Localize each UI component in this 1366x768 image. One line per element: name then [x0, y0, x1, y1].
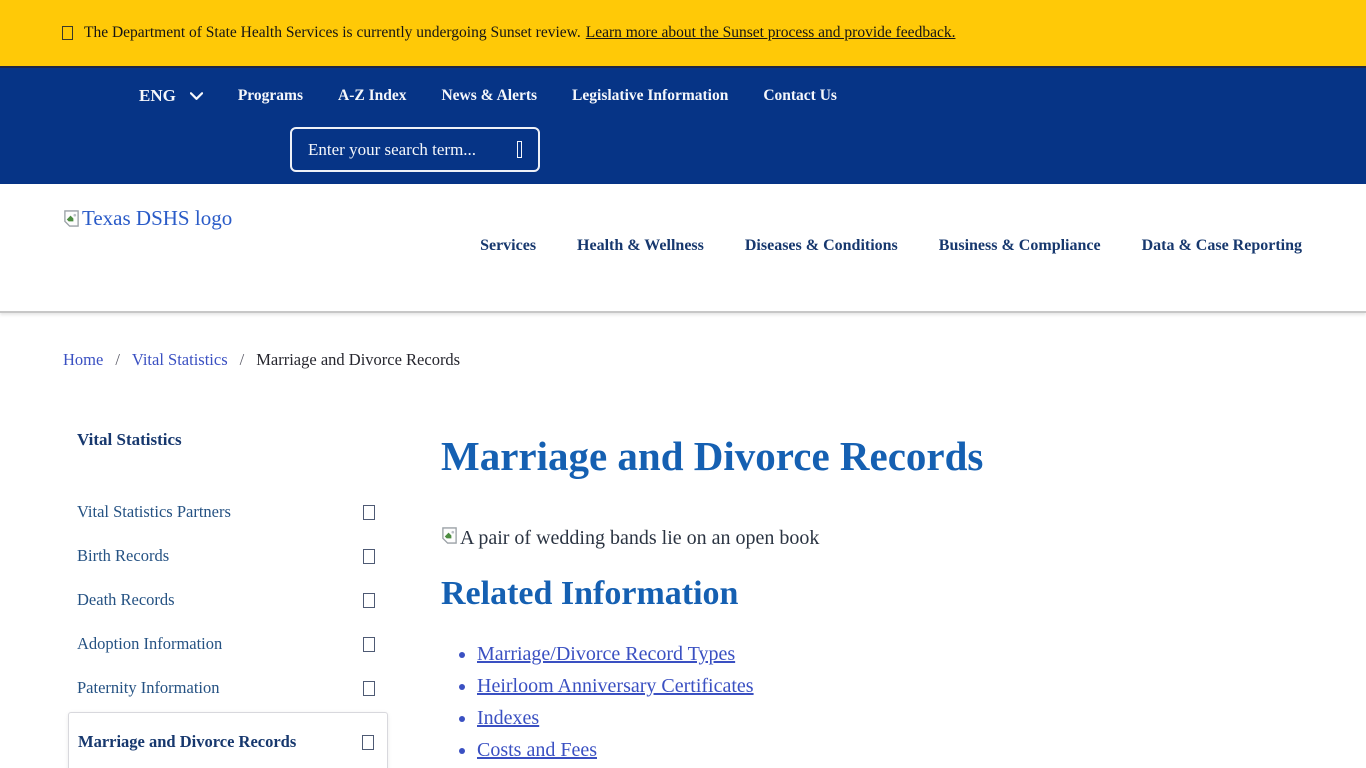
sidebar-item-placeholder-icon — [363, 505, 375, 520]
primary-nav: Services Health & Wellness Diseases & Co… — [480, 237, 1302, 255]
sidebar-item-placeholder-icon — [363, 681, 375, 696]
sunset-feedback-link[interactable]: Learn more about the Sunset process and … — [586, 24, 956, 42]
site-header: Texas DSHS logo Services Health & Wellne… — [0, 184, 1366, 313]
hero-image-alt-text: A pair of wedding bands lie on an open b… — [460, 527, 819, 549]
utility-nav-row: ENG Programs A-Z Index News & Alerts Leg… — [139, 86, 837, 106]
page-root: The Department of State Health Services … — [0, 0, 1366, 768]
chevron-down-icon — [190, 92, 203, 101]
link-heirloom-anniversary-certificates[interactable]: Heirloom Anniversary Certificates — [477, 675, 754, 697]
language-label: ENG — [139, 86, 176, 106]
sidebar-item-death-records[interactable]: Death Records — [68, 578, 388, 622]
sidebar-item-label: Birth Records — [77, 546, 169, 566]
related-links-list: Marriage/Divorce Record Types Heirloom A… — [441, 643, 1321, 762]
topnav-item-contact-us[interactable]: Contact Us — [763, 87, 837, 105]
sidebar-item-list: Vital Statistics Partners Birth Records … — [68, 490, 388, 768]
breadcrumb-separator: / — [115, 350, 120, 370]
primary-nav-health-wellness[interactable]: Health & Wellness — [577, 237, 704, 255]
main-content: Marriage and Divorce Records A pair of w… — [441, 425, 1321, 768]
topnav-item-legislative-information[interactable]: Legislative Information — [572, 87, 728, 105]
broken-image-icon — [441, 527, 458, 544]
breadcrumb-home[interactable]: Home — [63, 350, 103, 370]
list-item: Costs and Fees — [477, 739, 1321, 762]
link-indexes[interactable]: Indexes — [477, 707, 539, 729]
sidebar-item-label: Paternity Information — [77, 678, 220, 698]
sidebar-item-marriage-and-divorce-records[interactable]: Marriage and Divorce Records — [68, 712, 388, 768]
sidebar-item-label: Adoption Information — [77, 634, 222, 654]
search-icon[interactable] — [517, 141, 522, 158]
search-box[interactable] — [290, 127, 540, 172]
sidebar-item-placeholder-icon — [362, 735, 374, 750]
sidebar-item-label: Death Records — [77, 590, 175, 610]
primary-nav-business-compliance[interactable]: Business & Compliance — [939, 237, 1101, 255]
link-marriage-divorce-record-types[interactable]: Marriage/Divorce Record Types — [477, 643, 735, 665]
sidebar-item-label: Vital Statistics Partners — [77, 502, 231, 522]
breadcrumb: Home / Vital Statistics / Marriage and D… — [63, 350, 460, 370]
breadcrumb-separator: / — [240, 350, 245, 370]
hero-image-broken: A pair of wedding bands lie on an open b… — [441, 527, 1321, 549]
list-item: Indexes — [477, 707, 1321, 730]
utility-nav: ENG Programs A-Z Index News & Alerts Leg… — [0, 66, 1366, 184]
sunset-alert-banner: The Department of State Health Services … — [0, 0, 1366, 66]
related-information-heading: Related Information — [441, 575, 1321, 613]
vital-statistics-sidebar: Vital Statistics Vital Statistics Partne… — [68, 430, 388, 768]
primary-nav-diseases-conditions[interactable]: Diseases & Conditions — [745, 237, 898, 255]
sidebar-item-placeholder-icon — [363, 593, 375, 608]
sidebar-item-paternity-information[interactable]: Paternity Information — [68, 666, 388, 710]
sidebar-item-adoption-information[interactable]: Adoption Information — [68, 622, 388, 666]
search-input[interactable] — [308, 140, 517, 160]
primary-nav-services[interactable]: Services — [480, 237, 536, 255]
topnav-item-programs[interactable]: Programs — [238, 87, 303, 105]
logo-link[interactable]: Texas DSHS logo — [63, 206, 232, 231]
topnav-item-news-alerts[interactable]: News & Alerts — [441, 87, 537, 105]
broken-image-icon — [63, 210, 80, 227]
alert-placeholder-icon — [62, 26, 73, 40]
sidebar-item-placeholder-icon — [363, 549, 375, 564]
breadcrumb-current-page: Marriage and Divorce Records — [256, 350, 460, 370]
topnav-item-az-index[interactable]: A-Z Index — [338, 87, 406, 105]
list-item: Marriage/Divorce Record Types — [477, 643, 1321, 666]
sidebar-item-birth-records[interactable]: Birth Records — [68, 534, 388, 578]
sidebar-item-placeholder-icon — [363, 637, 375, 652]
primary-nav-data-case-reporting[interactable]: Data & Case Reporting — [1142, 237, 1302, 255]
breadcrumb-vital-statistics[interactable]: Vital Statistics — [132, 350, 228, 370]
sidebar-item-label: Marriage and Divorce Records — [78, 732, 296, 752]
language-selector[interactable]: ENG — [139, 86, 203, 106]
logo-alt-text: Texas DSHS logo — [82, 206, 232, 231]
list-item: Heirloom Anniversary Certificates — [477, 675, 1321, 698]
sidebar-item-vital-statistics-partners[interactable]: Vital Statistics Partners — [68, 490, 388, 534]
page-title: Marriage and Divorce Records — [441, 425, 1321, 481]
alert-text: The Department of State Health Services … — [84, 24, 581, 42]
link-costs-and-fees[interactable]: Costs and Fees — [477, 739, 597, 761]
sidebar-title: Vital Statistics — [68, 430, 388, 450]
